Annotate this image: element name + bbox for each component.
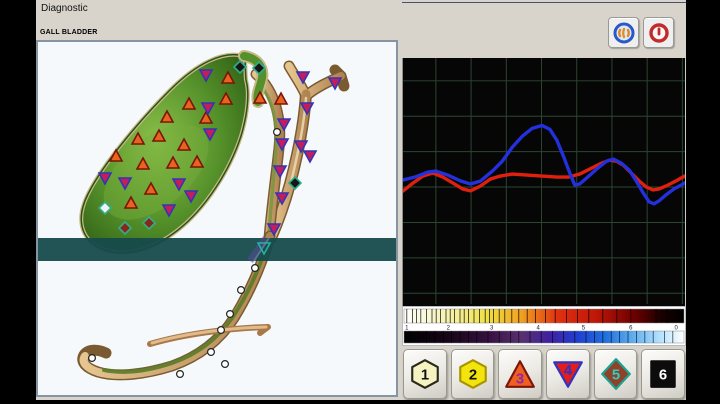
- marker-circle[interactable]: [221, 360, 230, 369]
- level-button-3[interactable]: 3: [498, 349, 543, 399]
- hexagon-icon: 2: [458, 359, 487, 389]
- spectrum-bar: 1 2 3 4 5 6 0: [403, 308, 685, 344]
- sound-icon: [613, 22, 634, 43]
- hexagon-icon: 1: [411, 359, 439, 389]
- level-number: 6: [659, 367, 667, 383]
- power-icon: [648, 22, 669, 43]
- level-button-1[interactable]: 1: [403, 349, 447, 399]
- sound-button[interactable]: [608, 17, 639, 48]
- triangle-down-icon: 4: [552, 361, 583, 388]
- right-black-bar: [686, 0, 720, 404]
- gall-bladder-body: [79, 50, 269, 255]
- triangle-up-icon: 3: [505, 360, 536, 388]
- marker-circle[interactable]: [237, 286, 246, 295]
- spectrum-number: 4: [536, 326, 540, 332]
- level-button-4[interactable]: 4: [546, 349, 590, 399]
- level-button-2[interactable]: 2: [450, 349, 495, 399]
- marker-tri-down[interactable]: [302, 150, 318, 164]
- chart-grid: [403, 58, 685, 304]
- spectrum-number: 5: [582, 326, 586, 332]
- marker-circle[interactable]: [226, 310, 235, 319]
- diamond-icon: 5: [600, 358, 631, 390]
- gall-bladder-illustration: [38, 50, 396, 381]
- marker-circle[interactable]: [207, 348, 216, 357]
- spectrum-scale: 1 2 3 4 5 6 0: [402, 306, 686, 346]
- level-button-5[interactable]: 5: [593, 349, 638, 399]
- level-number: 2: [468, 367, 476, 383]
- etalon-graph: [401, 58, 687, 304]
- spectrum-number: 0: [674, 326, 678, 332]
- spectrum-number: 1: [405, 326, 409, 332]
- marker-circle[interactable]: [217, 326, 226, 335]
- marker-circle[interactable]: [176, 370, 185, 379]
- marker-circle[interactable]: [251, 264, 260, 273]
- left-black-bar: [0, 0, 36, 404]
- diagnostic-window: Diagnostic GALL BLADDER 1 2 3 4 5 6 0 1 …: [36, 0, 687, 400]
- spectrum-number: 6: [629, 326, 633, 332]
- level-number: 1: [421, 367, 429, 383]
- page-title: Diagnostic: [41, 3, 88, 14]
- level-number: 5: [611, 367, 619, 383]
- spectrum-number: 2: [447, 326, 451, 332]
- spectrum-numbers: 1 2 3 4 5 6 0: [405, 326, 678, 332]
- square-icon: 6: [650, 360, 676, 388]
- power-exit-button[interactable]: [643, 17, 674, 48]
- graph-panel: [401, 58, 687, 306]
- severity-level-buttons: 1 2 3 4 5 6: [402, 348, 686, 400]
- marker-circle[interactable]: [273, 127, 282, 136]
- organ-image-panel[interactable]: [36, 40, 398, 397]
- bottom-black-bar: [0, 400, 720, 404]
- level-number: 3: [516, 372, 524, 388]
- organ-label: GALL BLADDER: [40, 29, 98, 36]
- marker-circle[interactable]: [87, 354, 96, 363]
- spectrum-number: 3: [490, 326, 494, 332]
- level-button-6[interactable]: 6: [641, 349, 686, 399]
- series-measured-blue: [401, 123, 687, 206]
- scan-band: [38, 236, 396, 263]
- top-divider: [402, 2, 686, 3]
- level-number: 4: [564, 363, 573, 379]
